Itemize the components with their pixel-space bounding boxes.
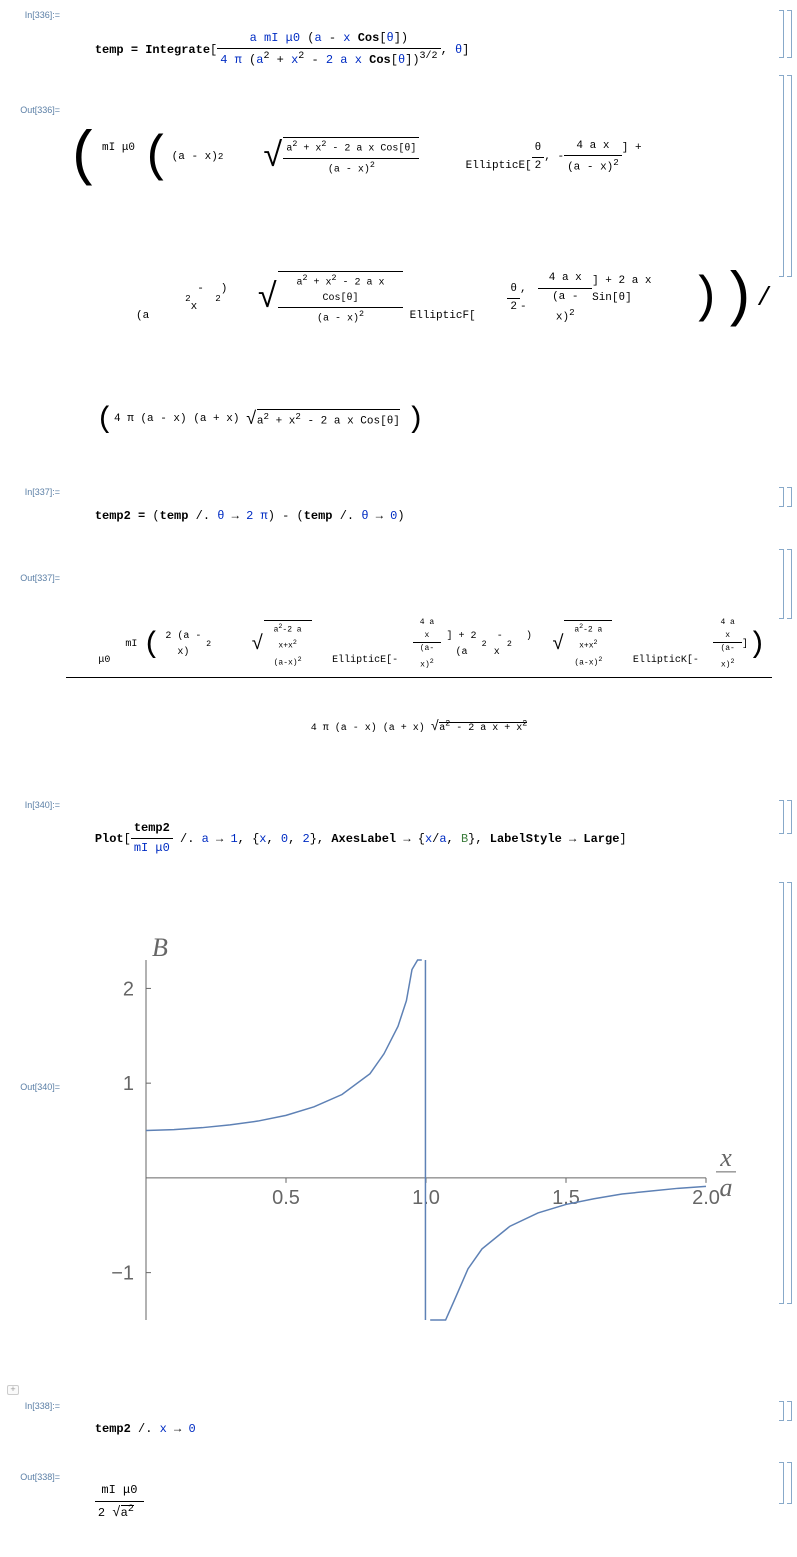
svg-text:2.0: 2.0 bbox=[692, 1187, 720, 1209]
output-cell-338[interactable]: mI μ02 √a2 bbox=[66, 1462, 772, 1543]
add-cell-icon[interactable]: + bbox=[7, 1385, 19, 1395]
output-label-336: Out[336]= bbox=[5, 75, 66, 115]
output-label-340: Out[340]= bbox=[5, 882, 66, 1092]
svg-text:−1: −1 bbox=[111, 1263, 134, 1285]
svg-text:1.5: 1.5 bbox=[552, 1187, 580, 1209]
chart-plot: 0.51.01.52.0−112Bxa bbox=[66, 930, 766, 1350]
input-cell-337[interactable]: temp2 = (temp /. θ → 2 π) - (temp /. θ →… bbox=[66, 487, 772, 545]
input-label-337: In[337]:= bbox=[5, 487, 66, 497]
input-label-340: In[340]:= bbox=[5, 800, 66, 810]
svg-text:B: B bbox=[152, 933, 168, 962]
output-label-337: Out[337]= bbox=[5, 549, 66, 583]
input-cell-336[interactable]: temp = Integrate[a mI μ0 (a - x Cos[θ])4… bbox=[66, 10, 772, 71]
svg-text:a: a bbox=[720, 1173, 733, 1202]
output-cell-336[interactable]: (mI μ0 ((a - x)2 √ a2 + x2 - 2 a x Cos[θ… bbox=[66, 75, 772, 480]
input-label-338: In[338]:= bbox=[5, 1401, 66, 1411]
output-label-338: Out[338]= bbox=[5, 1462, 66, 1482]
svg-text:2: 2 bbox=[123, 979, 134, 1001]
svg-text:x: x bbox=[719, 1143, 732, 1172]
input-cell-340[interactable]: Plot[temp2mI μ0 /. a → 1, {x, 0, 2}, Axe… bbox=[66, 800, 772, 878]
output-plot-340[interactable]: 0.51.01.52.0−112Bxa bbox=[66, 882, 772, 1389]
output-cell-337[interactable]: mI μ0 (2 (a - x)2 √a2-2 a x+x2(a-x)2 Ell… bbox=[66, 549, 772, 792]
svg-text:1: 1 bbox=[123, 1073, 134, 1095]
input-label-336: In[336]:= bbox=[5, 10, 66, 20]
svg-text:0.5: 0.5 bbox=[272, 1187, 300, 1209]
input-cell-338[interactable]: temp2 /. x → 0 bbox=[66, 1401, 772, 1459]
